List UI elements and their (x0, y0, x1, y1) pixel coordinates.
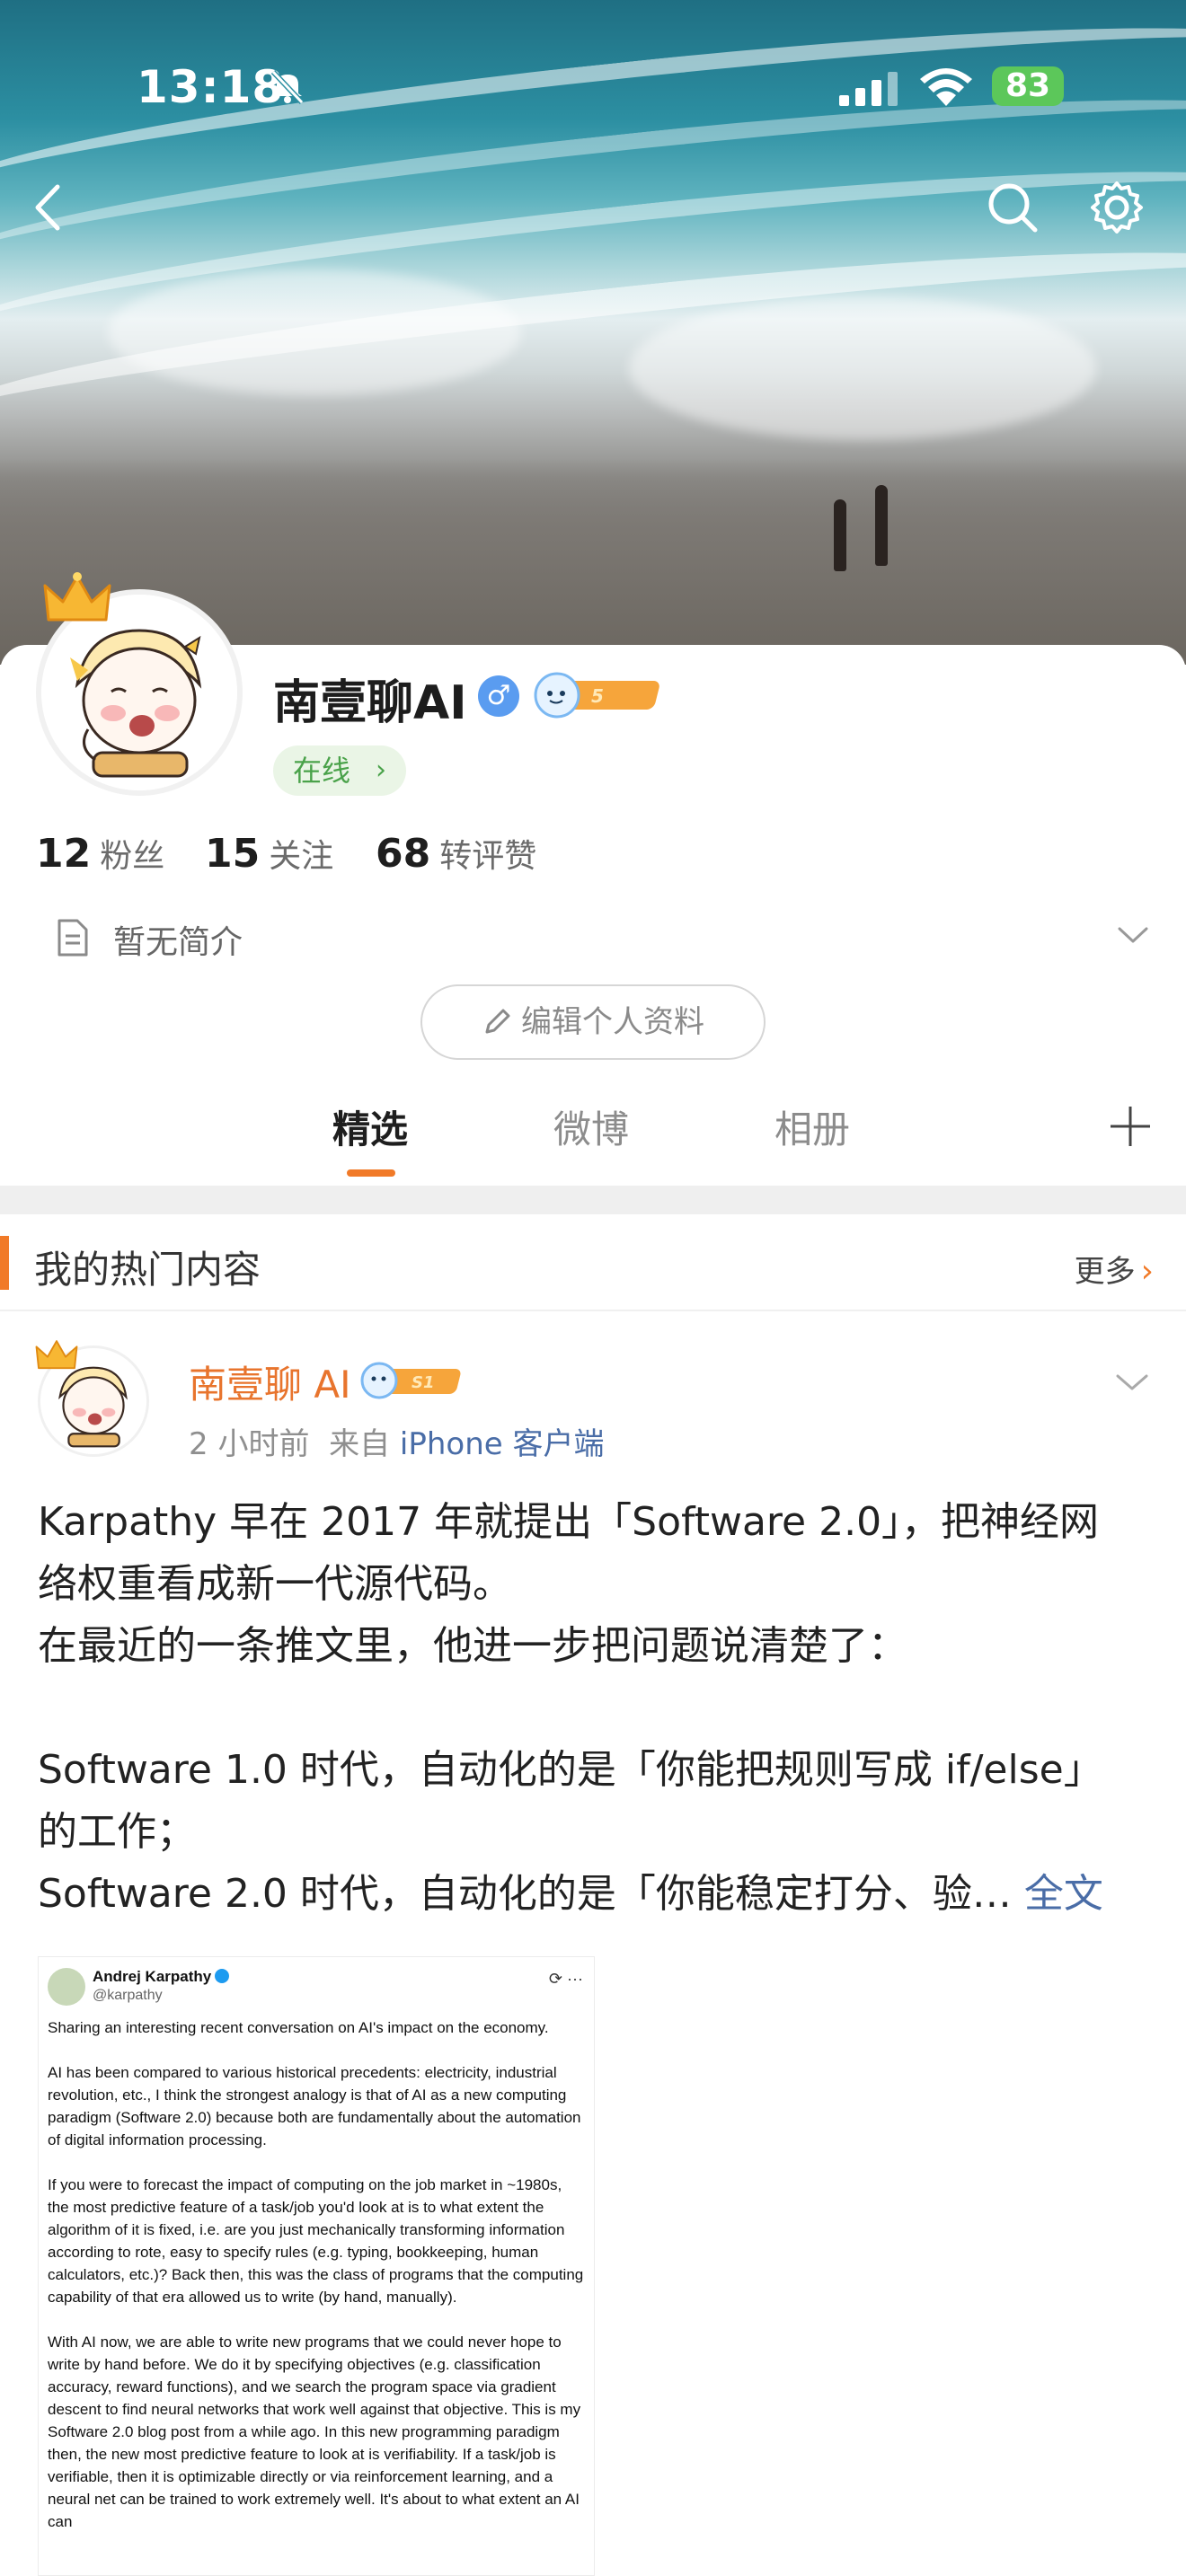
profile-avatar[interactable] (36, 572, 243, 798)
stat-label: 转评赞 (439, 838, 537, 875)
status-time: 13:18 (137, 61, 285, 113)
post-source[interactable]: iPhone 客户端 (400, 1426, 605, 1462)
stat-following[interactable]: 15 关注 (205, 830, 333, 877)
back-icon[interactable] (18, 176, 81, 239)
tab-featured[interactable]: 精选 (332, 1099, 408, 1154)
post-line: 的工作； (38, 1809, 196, 1855)
stat-followers[interactable]: 12 粉丝 (36, 830, 164, 877)
section-divider (0, 1186, 1186, 1214)
status-bar: 13:18 83 (0, 54, 1186, 117)
stat-label: 关注 (269, 838, 334, 875)
stat-value: 15 (205, 831, 261, 877)
wifi-icon (920, 68, 972, 106)
edit-profile-label: 编辑个人资料 (521, 1004, 704, 1040)
gender-icon: ♂ (478, 675, 519, 717)
tweet-paragraph: Sharing an interesting recent conversati… (48, 2019, 549, 2036)
profile-username: 南壹聊AI (273, 676, 467, 730)
post-line: Software 1.0 时代，自动化的是「你能把规则写成 if/else」 (38, 1747, 1103, 1793)
cover-foam (629, 296, 1096, 440)
tweet-author-name: Andrej Karpathy (93, 1968, 230, 1986)
tweet-avatar (48, 1968, 85, 2006)
chevron-right-icon: › (376, 754, 386, 786)
level-badge-icon[interactable]: 5 (532, 672, 667, 719)
stat-label: 粉丝 (100, 838, 165, 875)
crown-icon (35, 1340, 78, 1370)
more-link[interactable]: 更多 › (1075, 1247, 1154, 1291)
tweet-author-text: Andrej Karpathy (93, 1968, 212, 1985)
verified-check-icon (215, 1969, 230, 1983)
more-label: 更多 (1074, 1254, 1136, 1290)
post-text[interactable]: Karpathy 早在 2017 年就提出「Software 2.0」，把神经网… (38, 1491, 1161, 1925)
document-icon (58, 919, 88, 957)
full-text-link[interactable]: 全文 (1024, 1871, 1103, 1917)
tab-weibo[interactable]: 微博 (553, 1099, 629, 1154)
plus-icon[interactable] (1107, 1103, 1154, 1150)
signal-icon (839, 72, 898, 106)
tweet-handle: @karpathy (93, 1988, 163, 2003)
tweet-text: Sharing an interesting recent conversati… (48, 2016, 587, 2555)
bio-row[interactable]: 暂无简介 (36, 909, 1150, 966)
tweet-paragraph: AI has been compared to various historic… (48, 2064, 581, 2148)
post-source-prefix: 来自 (329, 1426, 391, 1462)
hot-content-title: 我的热门内容 (34, 1248, 261, 1292)
cover-person (875, 485, 888, 566)
post-last-line: Software 2.0 时代，自动化的是「你能稳定打分、验… 全文 (38, 1863, 1161, 1925)
cover-person (834, 499, 846, 571)
tweet-paragraph: With AI now, we are able to write new pr… (48, 2333, 581, 2530)
hot-content-header: 我的热门内容 更多 › (0, 1214, 1186, 1311)
bio-text: 暂无简介 (113, 924, 243, 961)
bell-off-icon (270, 69, 305, 105)
gear-icon[interactable] (1085, 176, 1148, 239)
svg-text:S1: S1 (412, 1373, 435, 1392)
stat-value: 12 (36, 831, 92, 877)
crown-icon (43, 572, 111, 622)
chevron-down-icon[interactable] (1116, 922, 1150, 948)
active-tab-indicator (347, 1169, 395, 1177)
more-icon: ⟳ ··· (548, 1970, 583, 1988)
profile-tabs: 精选 微博 相册 (0, 1090, 1186, 1184)
online-status-label: 在线 (293, 754, 351, 788)
post-image[interactable]: Andrej Karpathy @karpathy ⟳ ··· Sharing … (38, 1956, 595, 2576)
stat-interactions[interactable]: 68 转评赞 (376, 830, 536, 877)
post-avatar[interactable] (34, 1337, 153, 1462)
cover-image[interactable]: 13:18 83 (0, 0, 1186, 665)
battery-indicator: 83 (992, 66, 1064, 106)
edit-profile-button[interactable]: 编辑个人资料 (420, 984, 766, 1060)
chevron-right-icon: › (1140, 1253, 1154, 1290)
level-badge-icon[interactable]: S1 (359, 1362, 467, 1399)
stat-value: 68 (376, 831, 431, 877)
search-icon[interactable] (981, 176, 1044, 239)
post-line: Karpathy 早在 2017 年就提出「Software 2.0」，把神经网 (38, 1499, 1100, 1545)
post-line (38, 1677, 1161, 1739)
svg-text:5: 5 (591, 685, 604, 707)
pencil-icon (485, 1009, 510, 1034)
post-author-name[interactable]: 南壹聊 AI (189, 1354, 350, 1409)
chevron-down-icon[interactable] (1114, 1369, 1150, 1396)
section-accent-bar (0, 1236, 9, 1290)
post-line: Software 2.0 时代，自动化的是「你能稳定打分、验… (38, 1871, 1012, 1917)
cover-foam (108, 269, 521, 395)
post-time: 2 小时前 (189, 1426, 310, 1462)
online-status-button[interactable]: 在线 › (273, 745, 406, 796)
tweet-paragraph: If you were to forecast the impact of co… (48, 2176, 584, 2306)
tab-album[interactable]: 相册 (774, 1099, 850, 1154)
post-line: 络权重看成新一代源代码。 (38, 1561, 512, 1607)
post-line: 在最近的一条推文里，他进一步把问题说清楚了： (38, 1623, 907, 1669)
post-meta: 2 小时前 来自 iPhone 客户端 (189, 1419, 604, 1463)
